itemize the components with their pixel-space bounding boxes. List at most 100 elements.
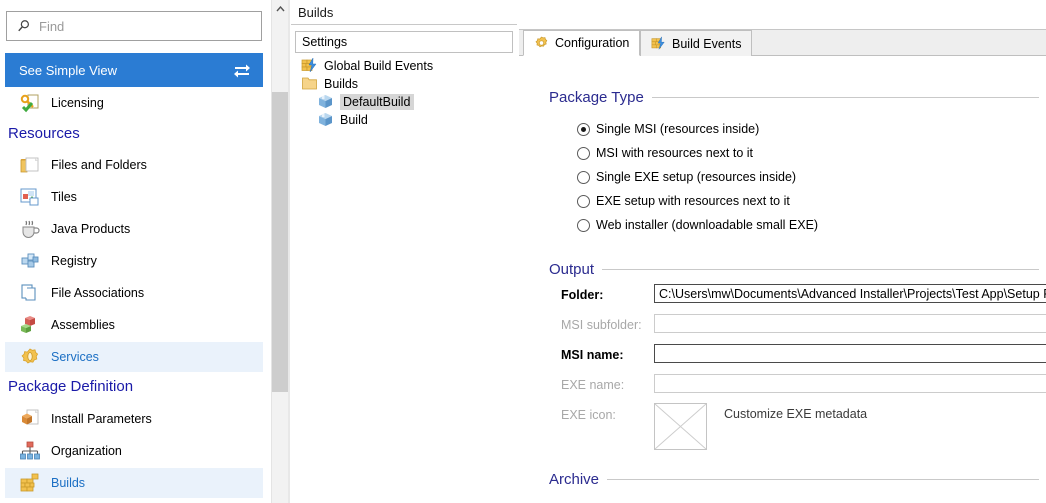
tab-strip: Configuration Build Events [519,30,1046,56]
package-page-icon [22,409,39,425]
radio-label: EXE setup with resources next to it [596,194,790,208]
application-window: Find See Simple View Licensing Resources [0,0,1046,503]
tree-node-builds[interactable]: Builds [301,74,358,93]
radio-button[interactable] [577,146,590,160]
sidebar-item-tiles[interactable]: Tiles [5,182,263,212]
build-events-icon [651,36,665,50]
sidebar-item-services[interactable]: Services [5,342,263,372]
folder-icon [302,77,317,90]
sidebar-item-files-and-folders[interactable]: Files and Folders [5,150,263,180]
group-rule [602,269,1039,270]
sidebar-item-label: File Associations [51,286,145,300]
radio-label: Single EXE setup (resources inside) [596,170,797,184]
key-check-icon [20,94,39,113]
sidebar-item-label: Builds [51,476,86,490]
tree-node-defaultbuild[interactable]: DefaultBuild [317,92,415,111]
radio-exe-with-resources[interactable]: EXE setup with resources next to it [577,194,790,208]
group-rule [651,97,1039,98]
folder-open-icon [20,157,39,173]
radio-label: Single MSI (resources inside) [596,122,760,136]
brick-wall-icon [20,473,39,492]
org-chart-icon [20,441,40,460]
registry-blocks-icon [21,253,39,268]
sidebar-item-licensing[interactable]: Licensing [5,88,263,118]
broken-image-cross-icon [654,403,707,450]
radio-single-exe[interactable]: Single EXE setup (resources inside) [577,170,796,184]
sidebar-item-label: Registry [51,254,97,268]
input-msi-name[interactable] [654,344,1046,363]
input-folder[interactable]: C:\Users\mw\Documents\Advanced Installer… [654,284,1046,303]
label-msi-subfolder: MSI subfolder: [561,318,642,332]
group-header-archive: Archive [549,471,1039,488]
coffee-cup-icon [22,220,40,238]
builds-tree-panel: Builds Settings Global Build Events Buil… [291,0,517,503]
group-header-package-type: Package Type [549,89,1039,106]
tree-node-label: Builds [324,76,359,91]
group-title: Output [549,261,595,278]
empty-image-icon[interactable] [654,403,707,450]
radio-button[interactable] [577,194,590,208]
tab-label: Build Events [672,36,742,51]
sidebar-item-assemblies[interactable]: Assemblies [5,310,263,340]
tab-build-events[interactable]: Build Events [640,30,753,56]
see-simple-view-button[interactable]: See Simple View [5,53,263,87]
sidebar-item-label: Assemblies [51,318,115,332]
scrollbar-thumb[interactable] [272,92,289,392]
input-msi-subfolder [654,314,1046,333]
group-header-output: Output [549,261,1039,278]
panel-top-strip [519,0,1046,30]
file-pages-icon [21,284,36,301]
tree-node-build[interactable]: Build [317,110,368,129]
radio-label: Web installer (downloadable small EXE) [596,218,819,232]
group-title: Package Type [549,89,644,106]
customize-exe-metadata-link[interactable]: Customize EXE metadata [724,407,867,421]
sidebar-scrollbar[interactable] [271,0,289,503]
sidebar-item-registry[interactable]: Registry [5,246,263,276]
label-msi-name: MSI name: [561,348,624,362]
build-cube-icon [319,95,332,108]
tree-node-global-build-events[interactable]: Global Build Events [301,56,433,75]
sidebar-item-file-associations[interactable]: File Associations [5,278,263,308]
sidebar-item-organization[interactable]: Organization [5,436,263,466]
tree-node-label: DefaultBuild [340,93,415,110]
label-exe-name: EXE name: [561,378,625,392]
build-cube-icon [319,113,332,126]
gear-icon [535,36,548,47]
radio-label: MSI with resources next to it [596,146,754,160]
radio-web-installer[interactable]: Web installer (downloadable small EXE) [577,218,818,232]
sidebar-item-install-parameters[interactable]: Install Parameters [5,404,263,434]
search-placeholder: Find [39,18,65,34]
group-title: Archive [549,471,600,488]
radio-button[interactable] [577,218,590,232]
see-simple-view-label: See Simple View [19,62,118,78]
scroll-up-button[interactable] [272,0,289,17]
build-events-icon [301,57,317,73]
sidebar-item-builds[interactable]: Builds [5,468,263,498]
input-exe-name [654,374,1046,393]
tree-node-label: Global Build Events [324,58,434,73]
sidebar-item-label: Services [51,350,99,364]
sidebar-item-label: Licensing [51,96,104,110]
label-folder: Folder: [561,288,604,302]
sidebar-section-resources: Resources [8,125,80,142]
sidebar-section-package-definition: Package Definition [8,378,134,395]
sidebar-item-label: Files and Folders [51,158,147,172]
sidebar-item-java-products[interactable]: Java Products [5,214,263,244]
radio-button[interactable] [577,122,590,136]
gear-services-icon [21,348,39,364]
label-exe-icon: EXE icon: [561,408,616,422]
configuration-content: Package Type Single MSI (resources insid… [519,56,1046,503]
tree-node-label: Build [340,112,368,127]
tab-configuration[interactable]: Configuration [523,30,641,56]
search-icon [18,20,29,32]
search-input[interactable]: Find [6,11,262,41]
navigation-sidebar: Find See Simple View Licensing Resources [0,0,268,503]
switch-view-icon [234,64,250,78]
input-value: C:\Users\mw\Documents\Advanced Installer… [659,286,1046,301]
panel-divider [288,0,290,503]
sidebar-item-label: Install Parameters [51,412,152,426]
radio-single-msi[interactable]: Single MSI (resources inside) [577,122,759,136]
radio-button[interactable] [577,170,590,184]
radio-msi-with-resources[interactable]: MSI with resources next to it [577,146,753,160]
sidebar-item-label: Tiles [51,190,77,204]
